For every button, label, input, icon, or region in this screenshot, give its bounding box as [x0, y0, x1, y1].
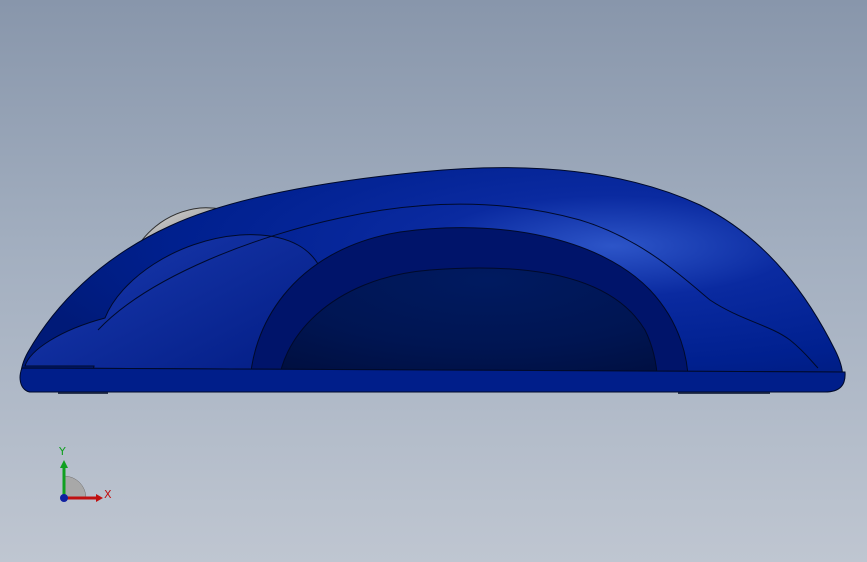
graphics-viewport[interactable]: X Y — [0, 0, 867, 562]
triad-z-axis — [60, 494, 68, 502]
coordinate-triad: X Y — [58, 445, 112, 502]
mouse-model[interactable]: X Y — [0, 0, 867, 562]
triad-y-label: Y — [58, 445, 66, 458]
base-strip — [19, 367, 846, 393]
triad-x-label: X — [104, 488, 112, 501]
